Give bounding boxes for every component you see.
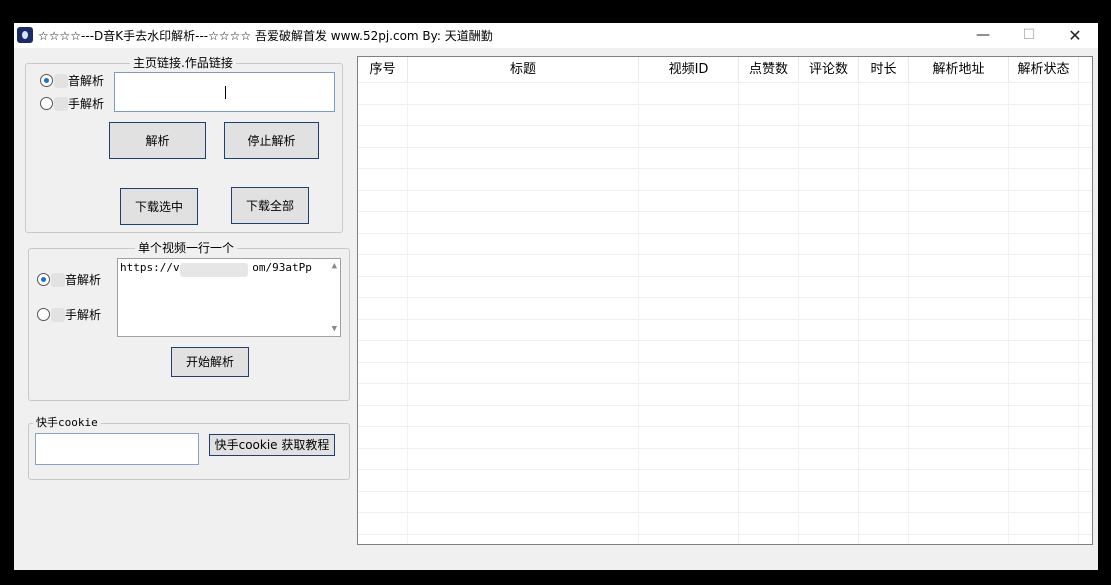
grid-line xyxy=(908,57,909,544)
app-window: ☆☆☆☆---D音K手去水印解析---☆☆☆☆ 吾爱破解首发 www.52pj.… xyxy=(14,23,1098,570)
column-header-parse-status[interactable]: 解析状态 xyxy=(1009,57,1079,82)
blur-mask xyxy=(54,97,68,111)
kuaishou-radio-single[interactable]: 手解析 xyxy=(37,308,101,322)
minimize-button[interactable]: — xyxy=(960,23,1006,48)
column-header-duration[interactable]: 时长 xyxy=(859,57,909,82)
grid-line xyxy=(1078,57,1079,544)
column-header-parse-url[interactable]: 解析地址 xyxy=(909,57,1009,82)
grid-line xyxy=(358,512,1092,513)
grid-line xyxy=(358,362,1092,363)
blur-mask xyxy=(51,273,65,287)
app-icon xyxy=(17,27,33,43)
grid-line xyxy=(358,448,1092,449)
kuaishou-radio-single-label: 手解析 xyxy=(65,308,102,322)
grid-line xyxy=(358,276,1092,277)
scroll-up-icon[interactable]: ▲ xyxy=(332,261,337,271)
douyin-radio-label: 音解析 xyxy=(68,74,105,88)
grid-line xyxy=(358,82,1092,83)
douyin-radio[interactable]: 音解析 xyxy=(40,74,104,88)
window-title: ☆☆☆☆---D音K手去水印解析---☆☆☆☆ 吾爱破解首发 www.52pj.… xyxy=(38,29,493,43)
grid-line xyxy=(358,233,1092,234)
grid-line xyxy=(358,147,1092,148)
video-url-end: om/93atPp xyxy=(252,261,312,274)
column-header-title[interactable]: 标题 xyxy=(408,57,639,82)
home-link-group-title: 主页链接.作品链接 xyxy=(130,56,236,70)
video-url-start: https://v. xyxy=(120,261,187,274)
grid-line xyxy=(358,319,1092,320)
blur-mask xyxy=(180,263,248,277)
grid-line xyxy=(358,104,1092,105)
grid-line xyxy=(638,57,639,544)
kuaishou-radio-single-indicator[interactable] xyxy=(37,308,50,321)
start-parse-button[interactable]: 开始解析 xyxy=(171,347,249,377)
grid-line xyxy=(358,297,1092,298)
grid-line xyxy=(358,383,1092,384)
grid-line xyxy=(738,57,739,544)
text-caret xyxy=(225,86,226,99)
home-link-group: 主页链接.作品链接 音解析 手解析 解析 停止解析 下载选中 下载全部 xyxy=(25,56,343,233)
scroll-down-icon[interactable]: ▼ xyxy=(332,324,337,334)
douyin-radio-single-label: 音解析 xyxy=(65,273,102,287)
column-header-likes[interactable]: 点赞数 xyxy=(739,57,799,82)
cookie-tutorial-button[interactable]: 快手cookie 获取教程 xyxy=(209,434,335,456)
download-all-button[interactable]: 下载全部 xyxy=(231,187,309,224)
column-header-index[interactable]: 序号 xyxy=(358,57,408,82)
blur-mask xyxy=(54,74,68,88)
douyin-radio-single-indicator[interactable] xyxy=(37,273,50,286)
kuaishou-radio[interactable]: 手解析 xyxy=(40,97,104,111)
kuaishou-cookie-group: 快手cookie 快手cookie 获取教程 xyxy=(28,416,350,480)
grid-line xyxy=(358,534,1092,535)
grid-line xyxy=(358,190,1092,191)
grid-line xyxy=(358,211,1092,212)
kuaishou-cookie-group-title: 快手cookie xyxy=(33,416,101,430)
parse-button[interactable]: 解析 xyxy=(109,122,206,159)
title-bar: ☆☆☆☆---D音K手去水印解析---☆☆☆☆ 吾爱破解首发 www.52pj.… xyxy=(14,23,1098,48)
grid-line xyxy=(1008,57,1009,544)
grid-line xyxy=(358,254,1092,255)
grid-line xyxy=(358,426,1092,427)
close-button[interactable]: ✕ xyxy=(1052,23,1098,48)
cookie-input[interactable] xyxy=(35,433,199,465)
table-header: 序号 标题 视频ID 点赞数 评论数 时长 解析地址 解析状态 xyxy=(358,57,1092,82)
grid-line xyxy=(358,469,1092,470)
blur-mask xyxy=(51,308,65,322)
single-video-group-title: 单个视频一行一个 xyxy=(135,241,238,255)
douyin-radio-single[interactable]: 音解析 xyxy=(37,273,101,287)
results-table[interactable]: 序号 标题 视频ID 点赞数 评论数 时长 解析地址 解析状态 xyxy=(357,56,1093,545)
single-video-group: 单个视频一行一个 音解析 手解析 https://v. om/93atPp ▲ ▼… xyxy=(28,241,350,401)
maximize-button[interactable]: ☐ xyxy=(1006,23,1052,48)
column-header-video-id[interactable]: 视频ID xyxy=(639,57,739,82)
grid-line xyxy=(798,57,799,544)
grid-line xyxy=(358,491,1092,492)
kuaishou-radio-indicator[interactable] xyxy=(40,97,53,110)
grid-line xyxy=(358,168,1092,169)
column-header-comments[interactable]: 评论数 xyxy=(799,57,859,82)
video-url-textarea[interactable]: https://v. om/93atPp ▲ ▼ xyxy=(117,258,341,337)
grid-line xyxy=(358,125,1092,126)
grid-line xyxy=(407,57,408,544)
stop-parse-button[interactable]: 停止解析 xyxy=(224,122,319,159)
grid-line xyxy=(858,57,859,544)
kuaishou-radio-label: 手解析 xyxy=(68,97,105,111)
douyin-radio-indicator[interactable] xyxy=(40,74,53,87)
grid-line xyxy=(358,405,1092,406)
download-selected-button[interactable]: 下载选中 xyxy=(120,188,198,225)
home-link-input[interactable] xyxy=(114,72,335,112)
grid-line xyxy=(358,340,1092,341)
